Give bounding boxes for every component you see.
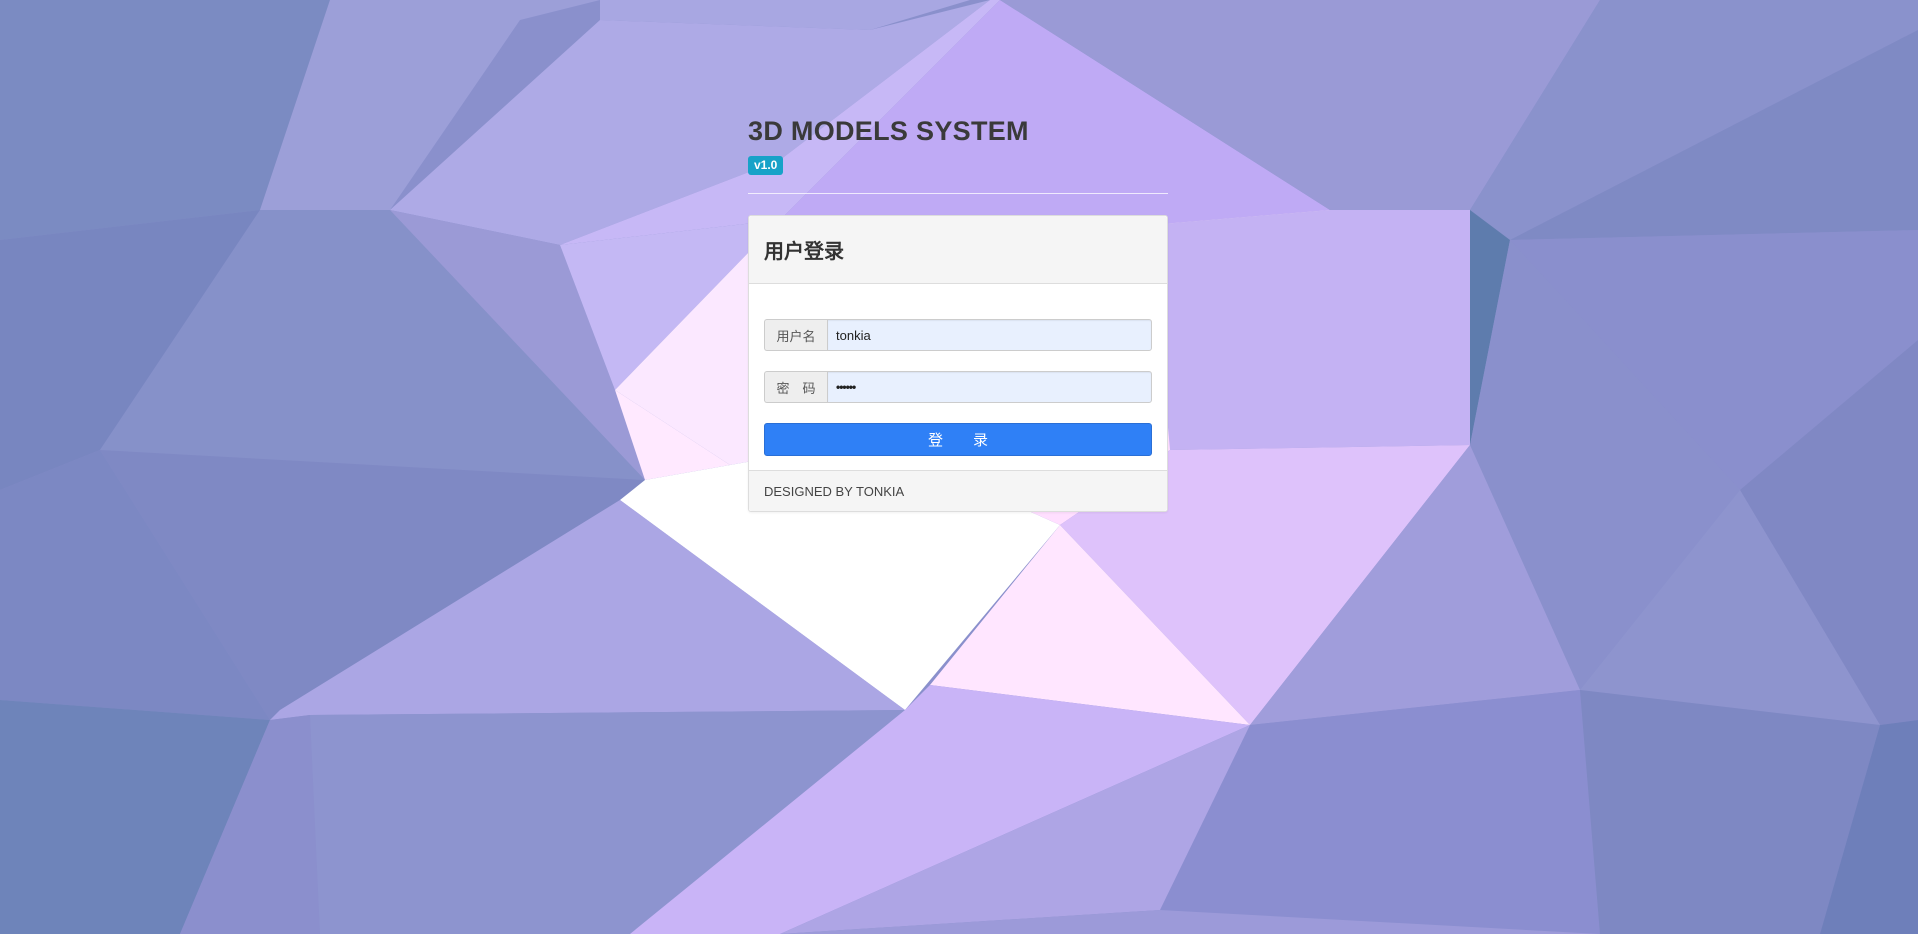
username-group: 用户名 tonkia [764,319,1152,351]
login-container: 3D MODELS SYSTEM v1.0 用户登录 用户名 tonkia 密 … [748,112,1168,512]
password-label: 密 码 [764,371,827,403]
login-panel-title: 用户登录 [764,241,844,263]
app-title: 3D MODELS SYSTEM [748,116,1029,146]
login-button[interactable]: 登 录 [764,423,1152,456]
version-badge: v1.0 [748,156,784,175]
login-form: 用户名 tonkia 密 码 •••••• 登 录 [749,284,1167,470]
username-input[interactable]: tonkia [827,319,1152,351]
password-input[interactable]: •••••• [827,371,1152,403]
password-group: 密 码 •••••• [764,371,1152,403]
username-label: 用户名 [764,319,827,351]
login-panel-header: 用户登录 [749,216,1167,284]
login-panel: 用户登录 用户名 tonkia 密 码 •••••• 登 录 DESIGNED … [748,215,1168,512]
header-divider [748,193,1168,194]
login-panel-footer: DESIGNED BY TONKIA [749,470,1167,511]
